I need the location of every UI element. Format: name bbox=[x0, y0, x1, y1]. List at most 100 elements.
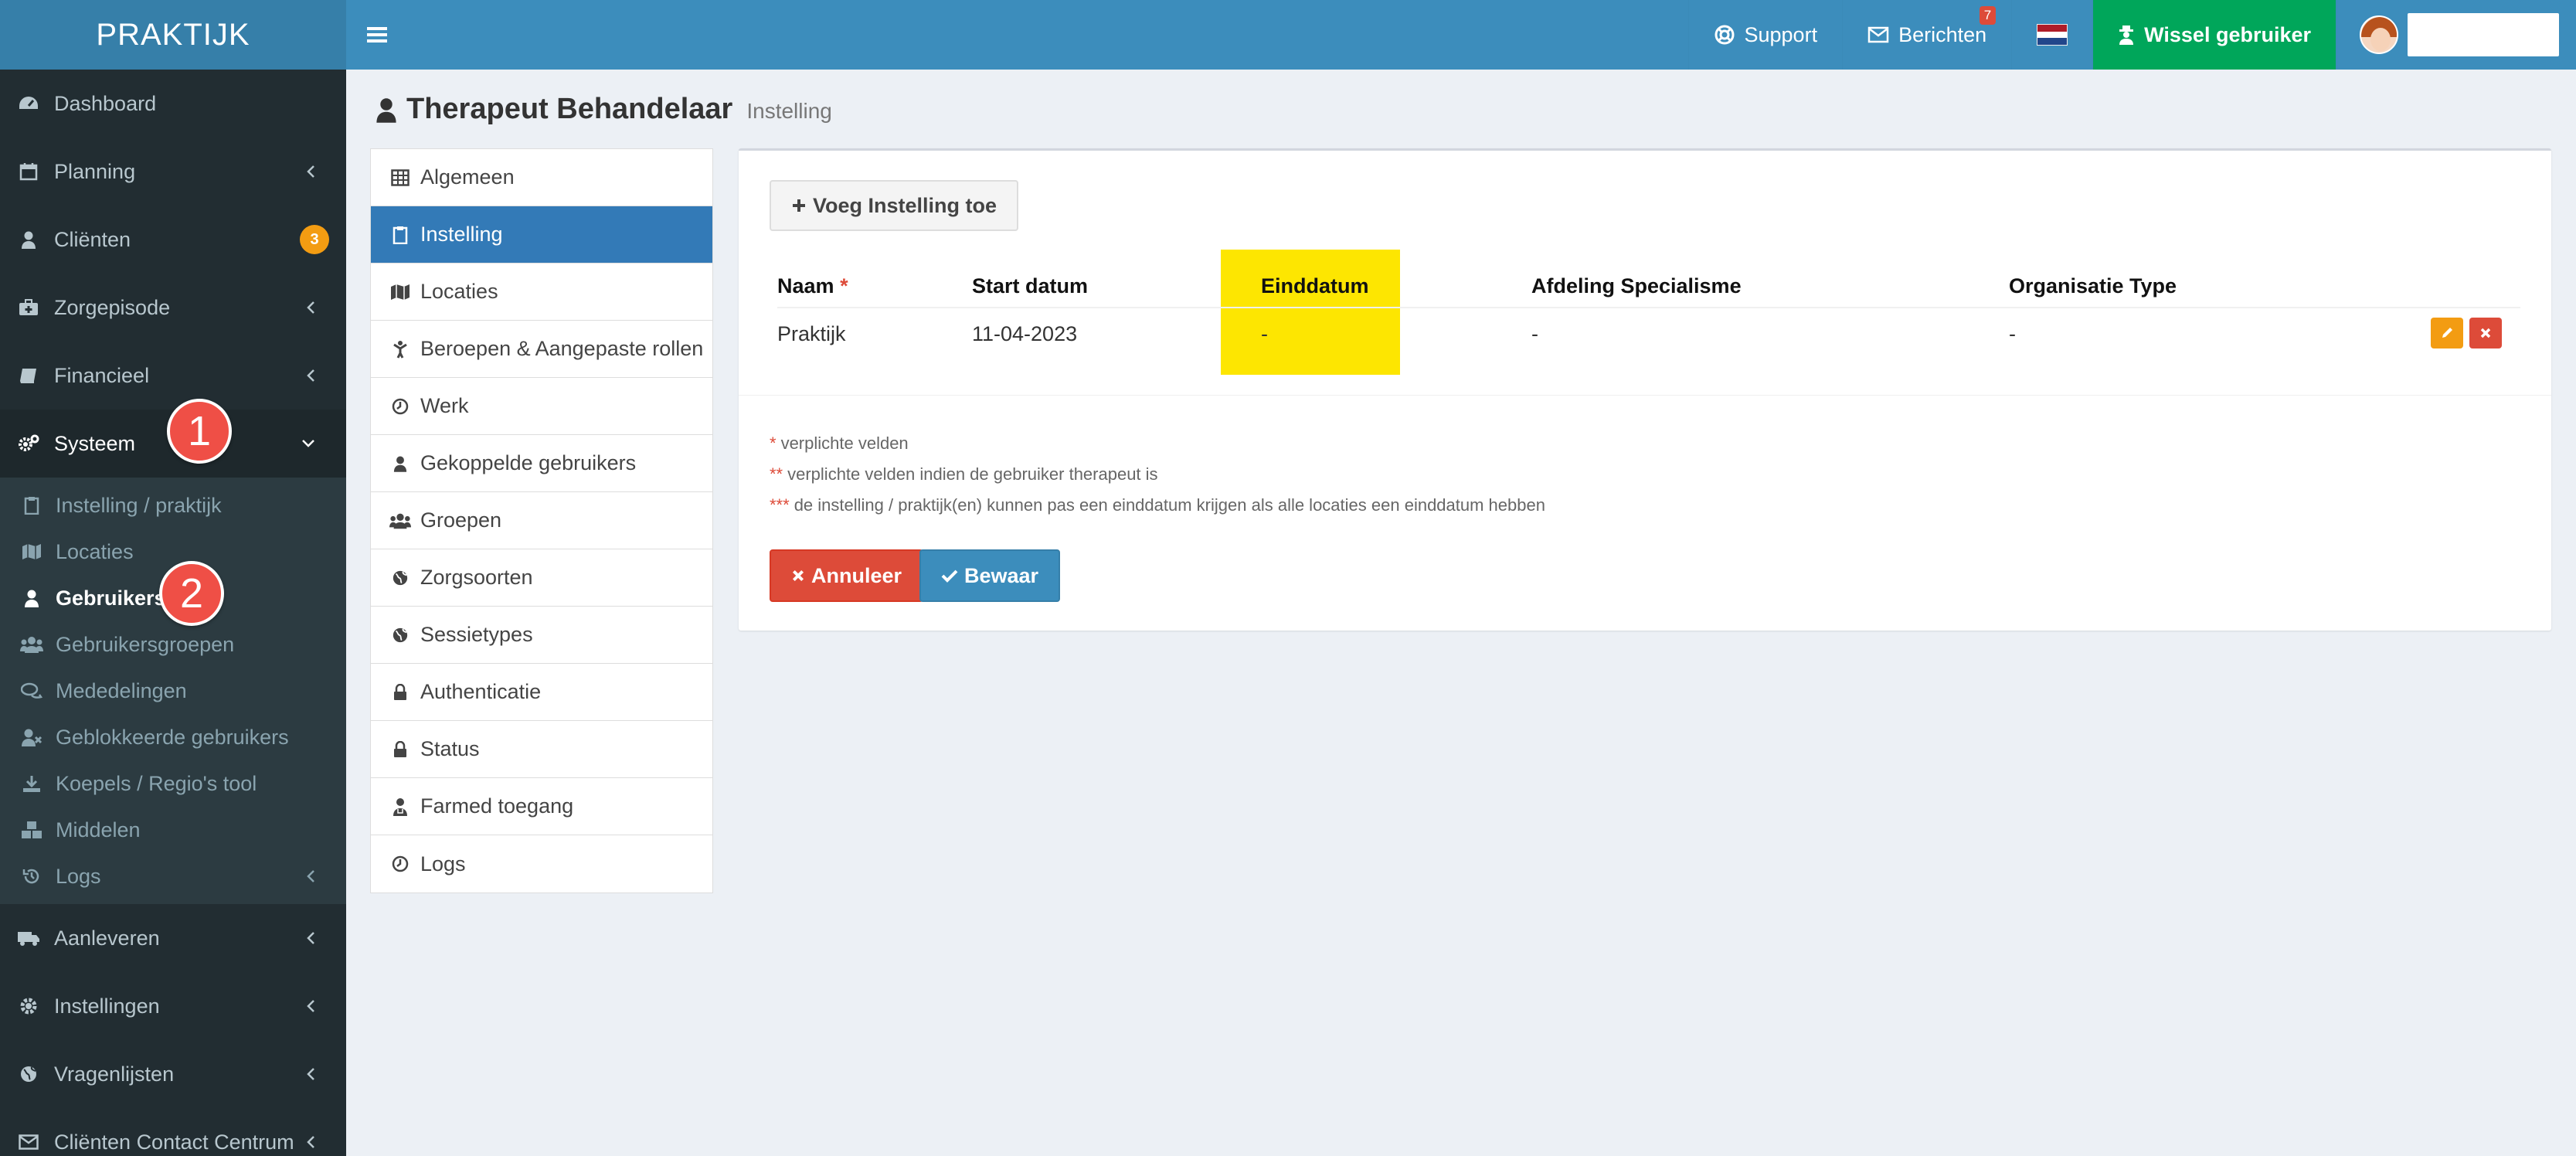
submenu-item-logs[interactable]: Logs bbox=[0, 853, 346, 899]
users-icon bbox=[20, 637, 43, 653]
dutch-flag-icon bbox=[2037, 24, 2068, 46]
sidebar-item-clienten-contact-centrum[interactable]: Cliënten Contact Centrum bbox=[0, 1108, 346, 1156]
support-link[interactable]: Support bbox=[1687, 0, 1843, 70]
username-field bbox=[2408, 13, 2559, 56]
edit-row-button[interactable] bbox=[2431, 318, 2463, 348]
lock-icon bbox=[394, 740, 406, 757]
cell-organisatie-type: - bbox=[2009, 322, 2016, 345]
sidebar-item-label: Planning bbox=[54, 159, 136, 183]
clock-icon bbox=[392, 398, 409, 414]
berichten-link[interactable]: Berichten 7 bbox=[1842, 0, 2011, 70]
submenu-item-label: Locaties bbox=[56, 539, 134, 563]
sidebar-item-planning[interactable]: Planning bbox=[0, 138, 346, 206]
top-navbar: PRAKTIJK Support Berichten 7 Wissel gebr… bbox=[0, 0, 2576, 70]
user-icon bbox=[393, 456, 407, 472]
lifebuoy-icon bbox=[1715, 25, 1734, 45]
map-icon bbox=[391, 284, 410, 300]
submenu-item-mededelingen[interactable]: Mededelingen bbox=[0, 668, 346, 714]
tab-sessietypes[interactable]: Sessietypes bbox=[371, 607, 712, 664]
avatar bbox=[2360, 15, 2398, 54]
cell-einddatum: - bbox=[1261, 322, 1268, 345]
tab-label: Gekoppelde gebruikers bbox=[420, 451, 637, 474]
table-header: Naam * Start datum Einddatum Afdeling Sp… bbox=[777, 274, 2520, 308]
user-secret-icon bbox=[2119, 26, 2134, 45]
map-icon bbox=[22, 544, 41, 559]
column-einddatum: Einddatum bbox=[1261, 274, 1369, 298]
chevron-left-icon bbox=[307, 1136, 314, 1148]
tab-label: Locaties bbox=[420, 280, 498, 303]
submenu-item-label: Mededelingen bbox=[56, 678, 187, 702]
tab-farmed-toegang[interactable]: Farmed toegang bbox=[371, 778, 712, 835]
lock-icon bbox=[394, 683, 406, 700]
tab-groepen[interactable]: Groepen bbox=[371, 492, 712, 549]
wissel-gebruiker-button[interactable]: Wissel gebruiker bbox=[2092, 0, 2336, 70]
sidebar-item-label: Cliënten Contact Centrum bbox=[54, 1130, 294, 1154]
language-selector[interactable] bbox=[2011, 0, 2092, 70]
sidebar-item-aanleveren[interactable]: Aanleveren bbox=[0, 904, 346, 972]
submenu-item-instelling-praktijk[interactable]: Instelling / praktijk bbox=[0, 482, 346, 529]
submenu-item-gebruikersgroepen[interactable]: Gebruikersgroepen bbox=[0, 621, 346, 668]
content-header: Therapeut Behandelaar Instelling bbox=[376, 93, 832, 126]
tab-beroepen[interactable]: Beroepen & Aangepaste rollen bbox=[371, 321, 712, 378]
tab-label: Algemeen bbox=[420, 165, 515, 189]
chevron-left-icon bbox=[307, 301, 314, 314]
tab-status[interactable]: Status bbox=[371, 721, 712, 778]
submenu-item-middelen[interactable]: Middelen bbox=[0, 807, 346, 853]
chevron-left-icon bbox=[307, 369, 314, 382]
sidebar-item-zorgepisode[interactable]: Zorgepisode bbox=[0, 274, 346, 342]
tab-zorgsoorten[interactable]: Zorgsoorten bbox=[371, 549, 712, 607]
user-icon bbox=[25, 590, 39, 607]
chevron-left-icon bbox=[307, 1000, 314, 1012]
step-marker-2: 2 bbox=[159, 561, 224, 626]
page-title: Therapeut Behandelaar bbox=[406, 93, 733, 125]
globe-icon bbox=[21, 1066, 36, 1082]
tab-label: Logs bbox=[420, 852, 466, 876]
tab-instelling[interactable]: Instelling bbox=[371, 206, 712, 264]
sidebar-item-financieel[interactable]: Financieel bbox=[0, 342, 346, 410]
user-menu[interactable] bbox=[2336, 0, 2576, 70]
tab-label: Groepen bbox=[420, 508, 502, 532]
submenu-item-label: Koepels / Regio's tool bbox=[56, 771, 257, 795]
app-logo[interactable]: PRAKTIJK bbox=[0, 0, 346, 70]
user-icon bbox=[22, 231, 36, 249]
panel-divider bbox=[739, 395, 2551, 396]
submenu-item-geblokkeerde-gebruikers[interactable]: Geblokkeerde gebruikers bbox=[0, 714, 346, 760]
delete-row-button[interactable] bbox=[2469, 318, 2502, 348]
tab-locaties[interactable]: Locaties bbox=[371, 264, 712, 321]
sidebar-item-label: Systeem bbox=[54, 431, 136, 455]
check-icon bbox=[941, 570, 958, 583]
calendar-icon bbox=[19, 163, 38, 181]
tab-logs[interactable]: Logs bbox=[371, 835, 712, 892]
tab-label: Zorgsoorten bbox=[420, 566, 533, 589]
book-icon bbox=[20, 369, 36, 383]
berichten-label: Berichten bbox=[1898, 22, 1987, 46]
close-icon bbox=[2480, 328, 2491, 338]
sidebar-item-clienten[interactable]: Cliënten 3 bbox=[0, 206, 346, 274]
sidebar-item-vragenlijsten[interactable]: Vragenlijsten bbox=[0, 1040, 346, 1108]
close-icon bbox=[792, 570, 804, 582]
table-icon bbox=[391, 168, 410, 186]
save-label: Bewaar bbox=[964, 563, 1039, 587]
submenu-item-koepels-regios-tool[interactable]: Koepels / Regio's tool bbox=[0, 760, 346, 807]
page-subtitle: Instelling bbox=[746, 99, 832, 123]
user-md-icon bbox=[393, 797, 407, 816]
tab-authenticatie[interactable]: Authenticatie bbox=[371, 664, 712, 721]
systeem-submenu: Instelling / praktijk Locaties Gebruiker… bbox=[0, 478, 346, 904]
add-instelling-button[interactable]: Voeg Instelling toe bbox=[770, 180, 1019, 231]
wissel-label: Wissel gebruiker bbox=[2144, 22, 2311, 46]
sidebar-item-label: Financieel bbox=[54, 363, 150, 387]
comments-icon bbox=[21, 682, 42, 699]
sidebar-toggle-button[interactable] bbox=[346, 0, 408, 70]
tab-gekoppelde-gebruikers[interactable]: Gekoppelde gebruikers bbox=[371, 435, 712, 492]
support-label: Support bbox=[1744, 22, 1818, 46]
sidebar-item-instellingen[interactable]: Instellingen bbox=[0, 972, 346, 1040]
sidebar-item-dashboard[interactable]: Dashboard bbox=[0, 70, 346, 138]
save-button[interactable]: Bewaar bbox=[919, 549, 1061, 602]
instelling-panel: Voeg Instelling toe Naam * Start datum E… bbox=[739, 148, 2551, 631]
tab-werk[interactable]: Werk bbox=[371, 378, 712, 435]
column-start-datum: Start datum bbox=[972, 274, 1089, 298]
tab-label: Authenticatie bbox=[420, 680, 542, 703]
tab-algemeen[interactable]: Algemeen bbox=[371, 149, 712, 206]
cancel-button[interactable]: Annuleer bbox=[770, 549, 924, 602]
sidebar-item-label: Instellingen bbox=[54, 994, 160, 1018]
